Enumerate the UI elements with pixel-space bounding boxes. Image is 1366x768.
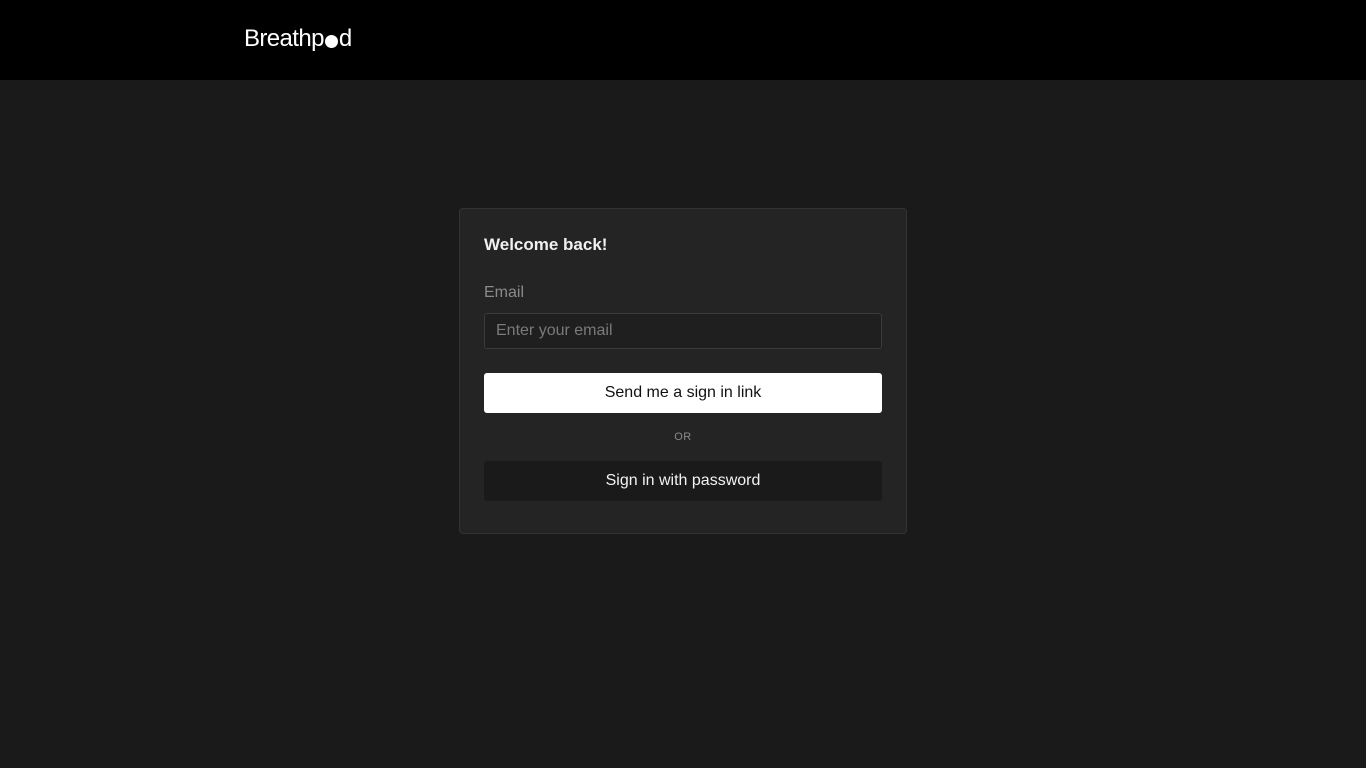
logo-text-start: Breathp (244, 25, 324, 52)
sign-in-card: Welcome back! Email Send me a sign in li… (459, 208, 907, 534)
sign-in-with-password-button[interactable]: Sign in with password (484, 461, 882, 501)
breathpod-logo[interactable]: Breathp d (244, 24, 352, 54)
email-label: Email (484, 284, 525, 301)
or-divider: OR (674, 431, 692, 443)
welcome-title: Welcome back! (484, 235, 608, 254)
logo-dot-icon (324, 35, 338, 48)
top-navigation-bar: Breathp d (0, 0, 1366, 80)
email-field[interactable] (484, 313, 882, 349)
logo-text-end: d (338, 25, 352, 52)
send-sign-in-link-button[interactable]: Send me a sign in link (484, 373, 882, 413)
